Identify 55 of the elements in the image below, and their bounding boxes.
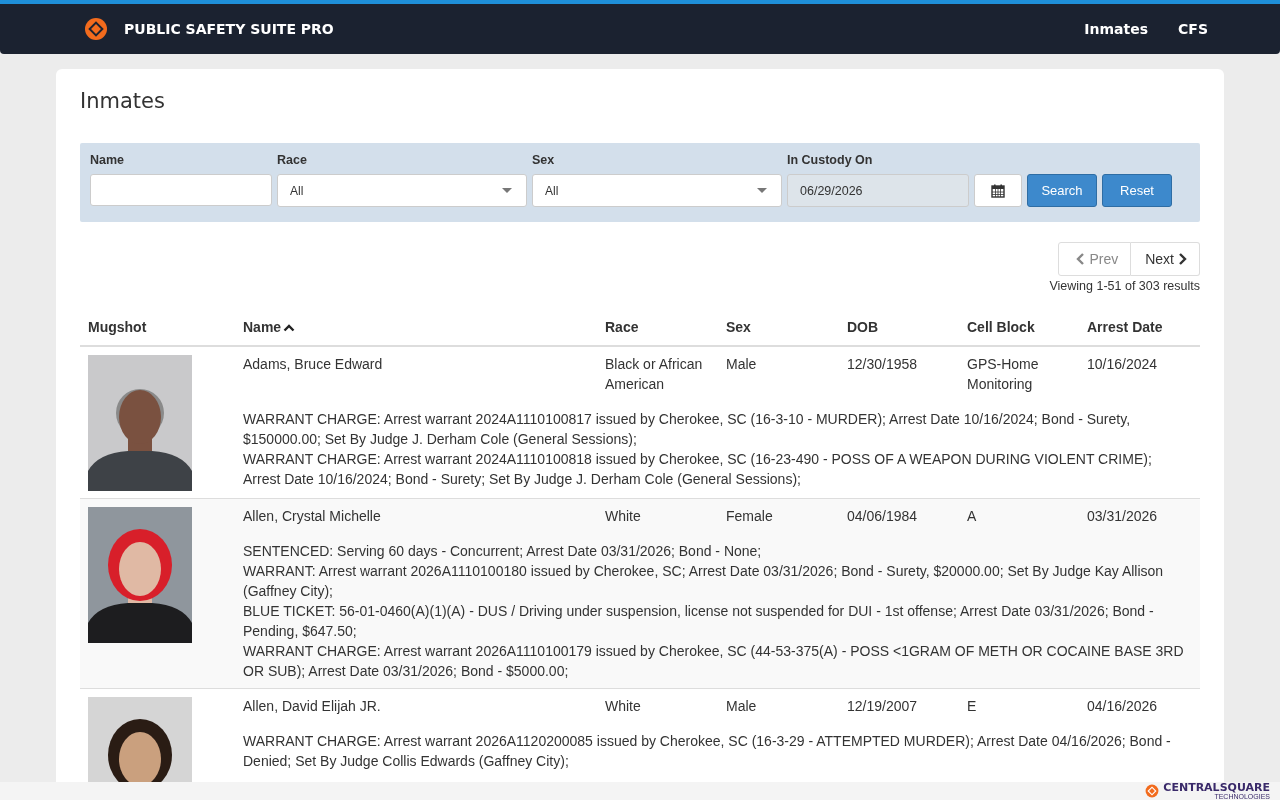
table-cell-text: E bbox=[966, 697, 978, 716]
table-cell-text: Female bbox=[725, 507, 774, 526]
calendar-button[interactable] bbox=[974, 174, 1022, 207]
table-cell-text: Allen, David Elijah JR. bbox=[242, 697, 382, 716]
field-label: Sex bbox=[532, 153, 556, 169]
sort-up-icon bbox=[283, 322, 296, 332]
table-cell-text: 10/16/2024 bbox=[1086, 355, 1159, 374]
calendar-icon bbox=[991, 183, 1005, 198]
table-cell-text: 04/06/1984 bbox=[846, 507, 919, 526]
table-cell-text: 12/30/1958 bbox=[846, 355, 919, 374]
chevron-left-icon bbox=[1076, 253, 1086, 265]
nav-link[interactable]: CFS bbox=[1178, 21, 1208, 37]
charge-text: WARRANT CHARGE: Arrest warrant 2026A1120200085 issued by Cherokee, SC (16-3-29 - ATTEMPTED MURDER); Arrest Date 04/16/2026; Bond - Denied; Set By Judge Collis Edwards (Gaffney City); bbox=[243, 732, 1172, 771]
race-dropdown[interactable]: All bbox=[277, 174, 527, 207]
page-title: Inmates bbox=[80, 89, 166, 113]
table-cell-text: GPS-Home Monitoring bbox=[966, 355, 1040, 394]
chevron-right-icon bbox=[1178, 253, 1187, 265]
app-title: PUBLIC SAFETY SUITE PRO bbox=[124, 21, 334, 37]
table-cell-text: Male bbox=[725, 697, 758, 716]
charge-text: WARRANT: Arrest warrant 2026A1110100180 issued by Cherokee, SC; Arrest Date 03/31/2026; Bond - Surety, $20000.00; Set By Judge Kay Allison (Gaffney City); bbox=[243, 562, 1165, 601]
column-header[interactable]: Cell Block bbox=[959, 311, 1079, 345]
results-summary: Viewing 1-51 of 303 results bbox=[1049, 279, 1200, 293]
charge-text: WARRANT CHARGE: Arrest warrant 2024A1110100817 issued by Cherokee, SC (16-3-10 - MURDER); Arrest Date 10/16/2024; Bond - Surety, $150000.00; Set By Judge J. Derham Cole (General Sessions); bbox=[243, 410, 1132, 449]
column-header[interactable]: Race bbox=[597, 311, 718, 345]
table-cell-text: Black or African American bbox=[604, 355, 704, 394]
table-cell-text: White bbox=[604, 507, 642, 526]
field-label: Race bbox=[277, 153, 308, 169]
field-label: Name bbox=[90, 153, 126, 169]
sex-dropdown[interactable]: All bbox=[532, 174, 782, 207]
column-header[interactable]: Sex bbox=[718, 311, 839, 345]
field-label: In Custody On bbox=[787, 153, 874, 169]
table-cell-text: Allen, Crystal Michelle bbox=[242, 507, 382, 526]
table-cell-text: 03/31/2026 bbox=[1086, 507, 1159, 526]
charge-text: WARRANT CHARGE: Arrest warrant 2026A1110100179 issued by Cherokee, SC (44-53-375(A) - POSS <1GRAM OF METH OR COCAINE BASE 3RD OR SUB); Arrest Date 03/31/2026; Bond - $5000.00; bbox=[243, 642, 1185, 681]
column-header[interactable]: Arrest Date bbox=[1079, 311, 1200, 345]
table-cell-text: White bbox=[604, 697, 642, 716]
column-header[interactable]: DOB bbox=[839, 311, 959, 345]
charge-text: BLUE TICKET: 56-01-0460(A)(1)(A) - DUS / Driving under suspension, license not suspended for DUI - 1st offense; Arrest Date 03/31/2026; Bond - Pending, $647.50; bbox=[243, 602, 1155, 641]
table-cell-text: A bbox=[966, 507, 978, 526]
reset-button[interactable]: Reset bbox=[1102, 174, 1172, 207]
column-header[interactable]: Mugshot bbox=[80, 311, 235, 345]
table-cell-text: Adams, Bruce Edward bbox=[242, 355, 384, 374]
charge-text: WARRANT CHARGE: Arrest warrant 2024A1110100818 issued by Cherokee, SC (16-23-490 - POSS OF A WEAPON DURING VIOLENT CRIME); Arrest Date 10/16/2024; Bond - Surety; Set By Judge J. Derham Cole (General Sessions); bbox=[243, 450, 1153, 489]
table-cell-text: 12/19/2007 bbox=[846, 697, 919, 716]
table-cell-text: 04/16/2026 bbox=[1086, 697, 1159, 716]
column-header[interactable]: Name bbox=[235, 311, 597, 345]
table-cell-text: Male bbox=[725, 355, 758, 374]
search-button[interactable]: Search bbox=[1027, 174, 1097, 207]
logo-icon bbox=[84, 17, 108, 41]
name-field[interactable] bbox=[90, 174, 272, 206]
charge-text: SENTENCED: Serving 60 days - Concurrent; Arrest Date 03/31/2026; Bond - None; bbox=[243, 542, 763, 561]
footer-logo-text: CENTRALSQUARE bbox=[1163, 782, 1270, 793]
date-field[interactable]: 06/29/2026 bbox=[787, 174, 969, 207]
next-button[interactable]: Next bbox=[1131, 242, 1200, 276]
nav-link[interactable]: Inmates bbox=[1084, 21, 1149, 37]
